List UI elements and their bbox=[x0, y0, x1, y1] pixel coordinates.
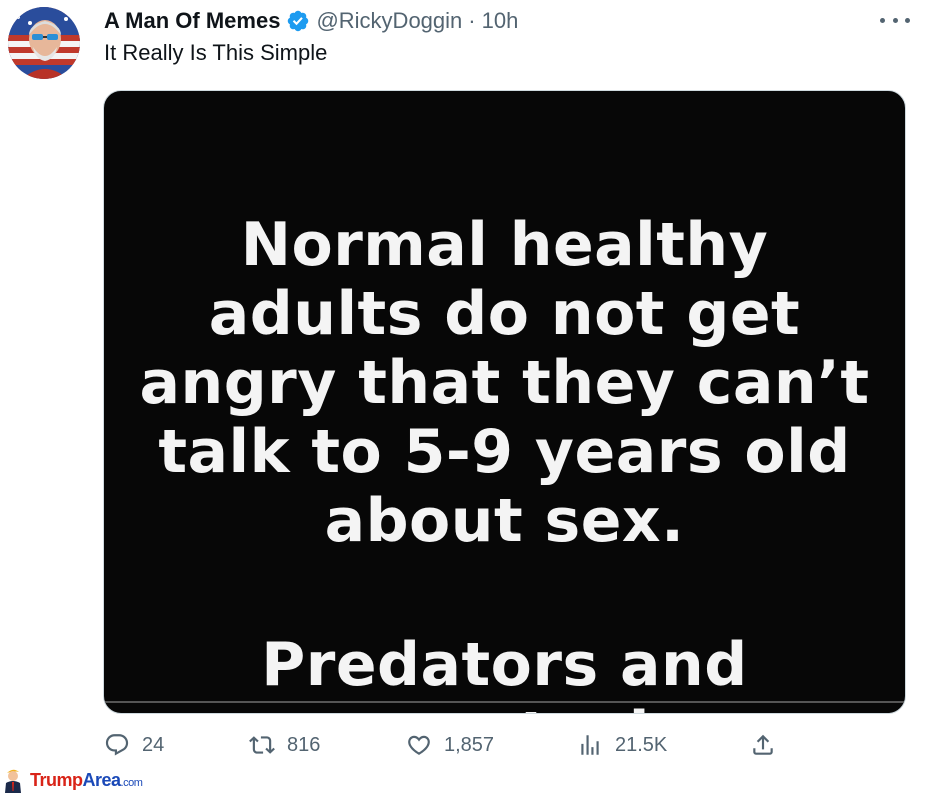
avatar-image bbox=[8, 7, 80, 79]
retweet-icon bbox=[249, 736, 275, 754]
more-options-icon[interactable] bbox=[880, 8, 910, 32]
like-button[interactable]: 1,857 bbox=[406, 732, 494, 758]
heart-icon bbox=[408, 735, 430, 755]
tweet-timestamp[interactable]: 10h bbox=[482, 8, 519, 34]
views-button[interactable]: 21.5K bbox=[577, 732, 667, 758]
views-chart-icon bbox=[581, 735, 599, 755]
reply-icon bbox=[105, 734, 129, 756]
avatar[interactable] bbox=[8, 7, 80, 79]
reply-button[interactable]: 24 bbox=[104, 732, 164, 758]
tweet-media-image[interactable]: Normal healthy adults do not get angry t… bbox=[103, 90, 906, 714]
trump-figure-logo-icon bbox=[5, 769, 21, 793]
watermark-text: TrumpArea.com bbox=[30, 769, 143, 791]
watermark-part-2: Area bbox=[82, 769, 122, 790]
reply-count: 24 bbox=[142, 733, 165, 756]
retweet-count: 816 bbox=[287, 733, 321, 756]
meme-paragraph-1: Normal healthy adults do not get angry t… bbox=[104, 211, 905, 556]
retweet-button[interactable]: 816 bbox=[249, 732, 320, 758]
meme-line: talk to 5-9 years old bbox=[158, 417, 851, 487]
meme-line: about sex. bbox=[324, 486, 685, 556]
tweet-header: A Man Of Memes @RickyDoggin · 10h bbox=[104, 4, 518, 38]
verified-badge-icon bbox=[286, 9, 310, 33]
share-button[interactable] bbox=[750, 732, 776, 758]
meme-paragraph-2: Predators and perverts do. bbox=[104, 631, 905, 714]
display-name[interactable]: A Man Of Memes bbox=[104, 8, 280, 34]
meme-line: adults do not get bbox=[208, 279, 801, 349]
share-icon bbox=[753, 734, 773, 755]
user-handle[interactable]: @RickyDoggin bbox=[316, 8, 462, 34]
watermark-part-1: Trump bbox=[30, 769, 83, 790]
meme-line: angry that they can’t bbox=[139, 348, 870, 418]
meme-line: Normal healthy bbox=[240, 210, 769, 280]
like-count: 1,857 bbox=[444, 733, 495, 756]
separator-dot: · bbox=[468, 8, 476, 33]
tweet: A Man Of Memes @RickyDoggin · 10h It Rea… bbox=[0, 0, 940, 793]
views-count: 21.5K bbox=[615, 733, 668, 756]
watermark-part-3: .com bbox=[120, 776, 143, 789]
tweet-actions: 24 816 1,857 21.5K bbox=[104, 732, 784, 768]
meme-line: Predators and bbox=[261, 630, 748, 700]
meme-line: perverts do. bbox=[104, 700, 905, 714]
site-watermark: TrumpArea.com bbox=[0, 767, 190, 793]
tweet-text: It Really Is This Simple bbox=[104, 40, 328, 65]
